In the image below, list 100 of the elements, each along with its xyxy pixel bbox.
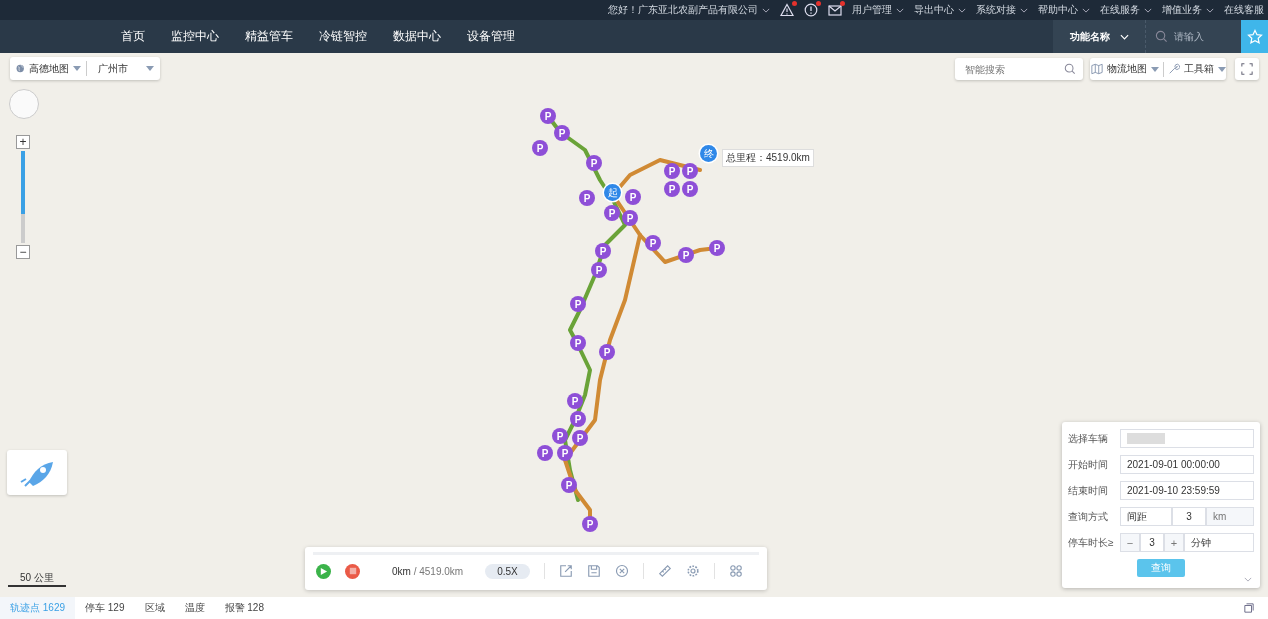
zoom-in-button[interactable]: + [16, 135, 30, 149]
pan-control[interactable] [9, 89, 39, 119]
status-tab[interactable]: 区域 [134, 597, 175, 619]
parking-marker[interactable]: P [645, 235, 661, 251]
nav-item[interactable]: 数据中心 [393, 28, 441, 45]
nav-item[interactable]: 首页 [121, 28, 145, 45]
map-provider-select[interactable]: 高德地图 [29, 61, 82, 76]
parking-marker[interactable]: P [540, 108, 556, 124]
start-marker[interactable]: 起 [604, 184, 621, 201]
parking-marker[interactable]: P [709, 240, 725, 256]
parking-marker[interactable]: P [582, 516, 598, 532]
function-select[interactable]: 功能名称 [1053, 20, 1145, 53]
favorite-button[interactable] [1241, 20, 1268, 53]
travelled-distance: 0km [392, 565, 411, 577]
parking-marker[interactable]: P [572, 430, 588, 446]
parking-marker[interactable]: P [570, 296, 586, 312]
zoom-slider[interactable] [21, 151, 25, 243]
decrement-button[interactable]: − [1120, 533, 1140, 552]
nav-item[interactable]: 精益管车 [245, 28, 293, 45]
parking-marker[interactable]: P [552, 428, 568, 444]
date-time-field[interactable]: 2021-09-01 00:00:00 [1120, 455, 1254, 474]
city-select[interactable]: 广州市 [98, 61, 154, 76]
stop-button[interactable] [345, 563, 360, 579]
date-time-field[interactable]: 2021-09-10 23:59:59 [1120, 481, 1254, 500]
field-label: 查询方式 [1068, 509, 1109, 524]
time-unit-select[interactable]: 分钟 [1184, 533, 1254, 552]
fullscreen-button[interactable] [1235, 58, 1259, 80]
smart-search-field[interactable]: 智能搜索 [955, 58, 1083, 80]
field-label: 开始时间 [1068, 457, 1109, 472]
chevron-down-icon[interactable] [1244, 577, 1252, 582]
end-marker[interactable]: 终 [700, 145, 717, 162]
parking-marker[interactable]: P [586, 155, 602, 171]
status-tab[interactable]: 停车 129 [75, 597, 135, 619]
toolbox-select[interactable]: 工具箱 [1183, 62, 1226, 76]
parking-marker[interactable]: P [570, 411, 586, 427]
export-icon[interactable] [558, 564, 573, 578]
caret-icon [1119, 33, 1129, 40]
parking-marker[interactable]: P [664, 181, 680, 197]
parking-marker[interactable]: P [664, 163, 680, 179]
parking-marker[interactable]: P [591, 262, 607, 278]
top-menu-item[interactable]: 帮助中心 [1038, 3, 1078, 17]
status-tab[interactable]: 报警 128 [214, 597, 274, 619]
nav-item[interactable]: 冷链智控 [319, 28, 367, 45]
distance-input[interactable]: 3 [1172, 507, 1206, 526]
parking-marker[interactable]: P [537, 445, 553, 461]
parking-marker[interactable]: P [625, 189, 641, 205]
top-menu-item[interactable]: 在线服务 [1100, 3, 1140, 17]
parking-marker[interactable]: P [557, 445, 573, 461]
duration-input[interactable]: 3 [1140, 533, 1164, 552]
close-icon[interactable] [614, 564, 629, 578]
unit-select[interactable]: km [1206, 507, 1254, 526]
parking-marker[interactable]: P [554, 125, 570, 141]
restore-window-icon[interactable] [1244, 603, 1254, 613]
info-icon[interactable] [804, 3, 818, 17]
play-button[interactable] [316, 563, 331, 579]
save-icon[interactable] [586, 564, 601, 578]
map-layer-select[interactable]: 物流地图 [1106, 62, 1159, 76]
mail-icon[interactable] [828, 3, 842, 17]
map-scale: 50 公里 [8, 571, 66, 587]
speed-select[interactable]: 0.5X [485, 563, 530, 579]
search-icon [1064, 63, 1076, 75]
parking-marker[interactable]: P [604, 205, 620, 221]
parking-marker[interactable]: P [682, 181, 698, 197]
grid-icon[interactable] [728, 564, 743, 578]
status-tab[interactable]: 温度 [174, 597, 215, 619]
rocket-button[interactable] [7, 450, 67, 495]
company-greeting[interactable]: 您好！广东亚北农副产品有限公司 [608, 3, 758, 17]
status-tab[interactable]: 轨迹点 1629 [0, 597, 76, 619]
star-icon [1246, 28, 1263, 45]
vehicle-select[interactable] [1120, 429, 1254, 448]
warning-icon[interactable] [780, 3, 794, 17]
parking-marker[interactable]: P [622, 210, 638, 226]
parking-marker[interactable]: P [567, 393, 583, 409]
top-menu-item[interactable]: 用户管理 [852, 3, 892, 17]
top-menu-item[interactable]: 导出中心 [914, 3, 954, 17]
top-menu-item[interactable]: 系统对接 [976, 3, 1016, 17]
nav-item[interactable]: 监控中心 [171, 28, 219, 45]
query-mode-select[interactable]: 间距 [1120, 507, 1172, 526]
stop-icon [348, 567, 357, 575]
parking-marker[interactable]: P [570, 335, 586, 351]
wrench-icon [1167, 63, 1180, 75]
search-field[interactable]: 请输入 [1145, 20, 1241, 53]
parking-marker[interactable]: P [599, 344, 615, 360]
parking-marker[interactable]: P [579, 190, 595, 206]
nav-item[interactable]: 设备管理 [467, 28, 515, 45]
increment-button[interactable]: + [1164, 533, 1184, 552]
settings-icon[interactable] [685, 564, 700, 578]
map-icon [1090, 63, 1103, 75]
top-menu-item[interactable]: 增值业务 [1162, 3, 1202, 17]
parking-marker[interactable]: P [561, 477, 577, 493]
parking-marker[interactable]: P [532, 140, 548, 156]
ruler-icon[interactable] [657, 564, 672, 578]
zoom-out-button[interactable]: − [16, 245, 30, 259]
parking-marker[interactable]: P [678, 247, 694, 263]
field-label: 选择车辆 [1068, 431, 1109, 446]
parking-marker[interactable]: P [682, 163, 698, 179]
total-distance: / 4519.0km [412, 565, 464, 577]
parking-marker[interactable]: P [595, 243, 611, 259]
top-menu-item[interactable]: 在线客服 [1224, 3, 1264, 17]
play-icon [319, 566, 328, 576]
